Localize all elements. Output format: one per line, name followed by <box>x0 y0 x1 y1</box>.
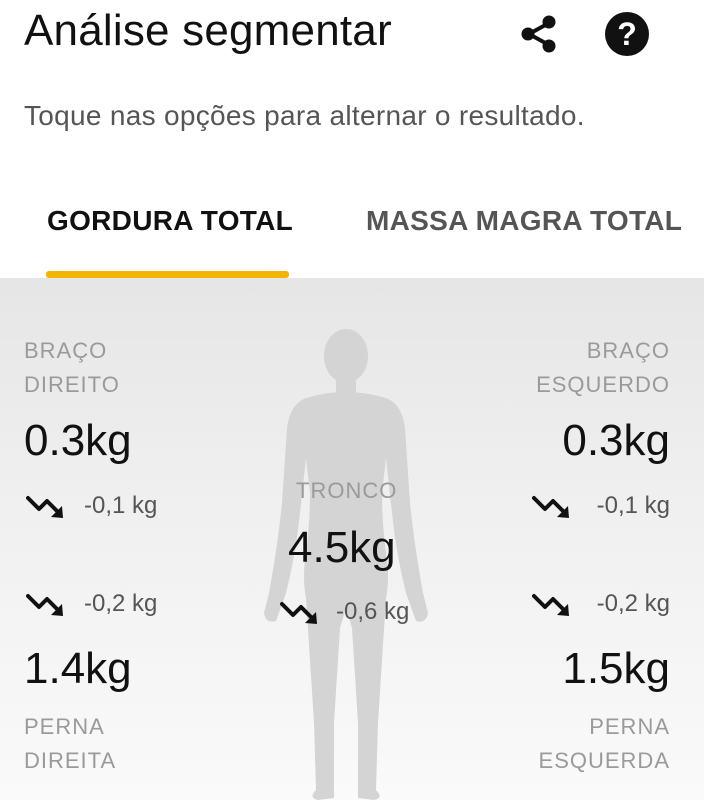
right-arm-label: BRAÇO DIREITO <box>24 338 120 397</box>
right-leg-label: PERNA DIREITA <box>24 714 117 773</box>
left-arm-delta: -0,1 kg <box>596 492 670 519</box>
trunk-delta: -0,6 kg <box>336 598 410 625</box>
right-leg-value: 1.4kg <box>24 644 132 693</box>
trunk-label: TRONCO <box>296 478 398 503</box>
tab-massa-magra-total[interactable]: MASSA MAGRA TOTAL <box>366 205 682 237</box>
active-tab-indicator <box>46 271 289 278</box>
page-title: Análise segmentar <box>24 6 392 55</box>
trend-down-icon <box>26 594 63 616</box>
help-icon[interactable]: ? <box>605 12 649 56</box>
tab-gordura-total[interactable]: GORDURA TOTAL <box>47 205 293 237</box>
instruction-text: Toque nas opções para alternar o resulta… <box>24 100 585 131</box>
app-header: Análise segmentar ? <box>0 0 704 90</box>
share-icon[interactable] <box>517 12 561 56</box>
left-leg-value: 1.5kg <box>562 644 670 693</box>
left-leg-label: PERNA ESQUERDA <box>538 714 670 773</box>
trend-down-icon <box>532 594 569 616</box>
left-leg-delta: -0,2 kg <box>596 590 670 617</box>
left-arm-label: BRAÇO ESQUERDO <box>536 338 670 397</box>
left-arm-value: 0.3kg <box>562 416 670 465</box>
right-arm-delta: -0,1 kg <box>84 492 158 519</box>
trend-down-icon <box>532 496 569 518</box>
trunk-value: 4.5kg <box>288 523 396 572</box>
right-arm-value: 0.3kg <box>24 416 132 465</box>
segment-panel: BRAÇO DIREITO 0.3kg -0,1 kg BRAÇO ESQUER… <box>0 278 704 800</box>
trend-down-icon <box>280 602 317 624</box>
right-leg-delta: -0,2 kg <box>84 590 158 617</box>
trend-down-icon <box>26 496 63 518</box>
